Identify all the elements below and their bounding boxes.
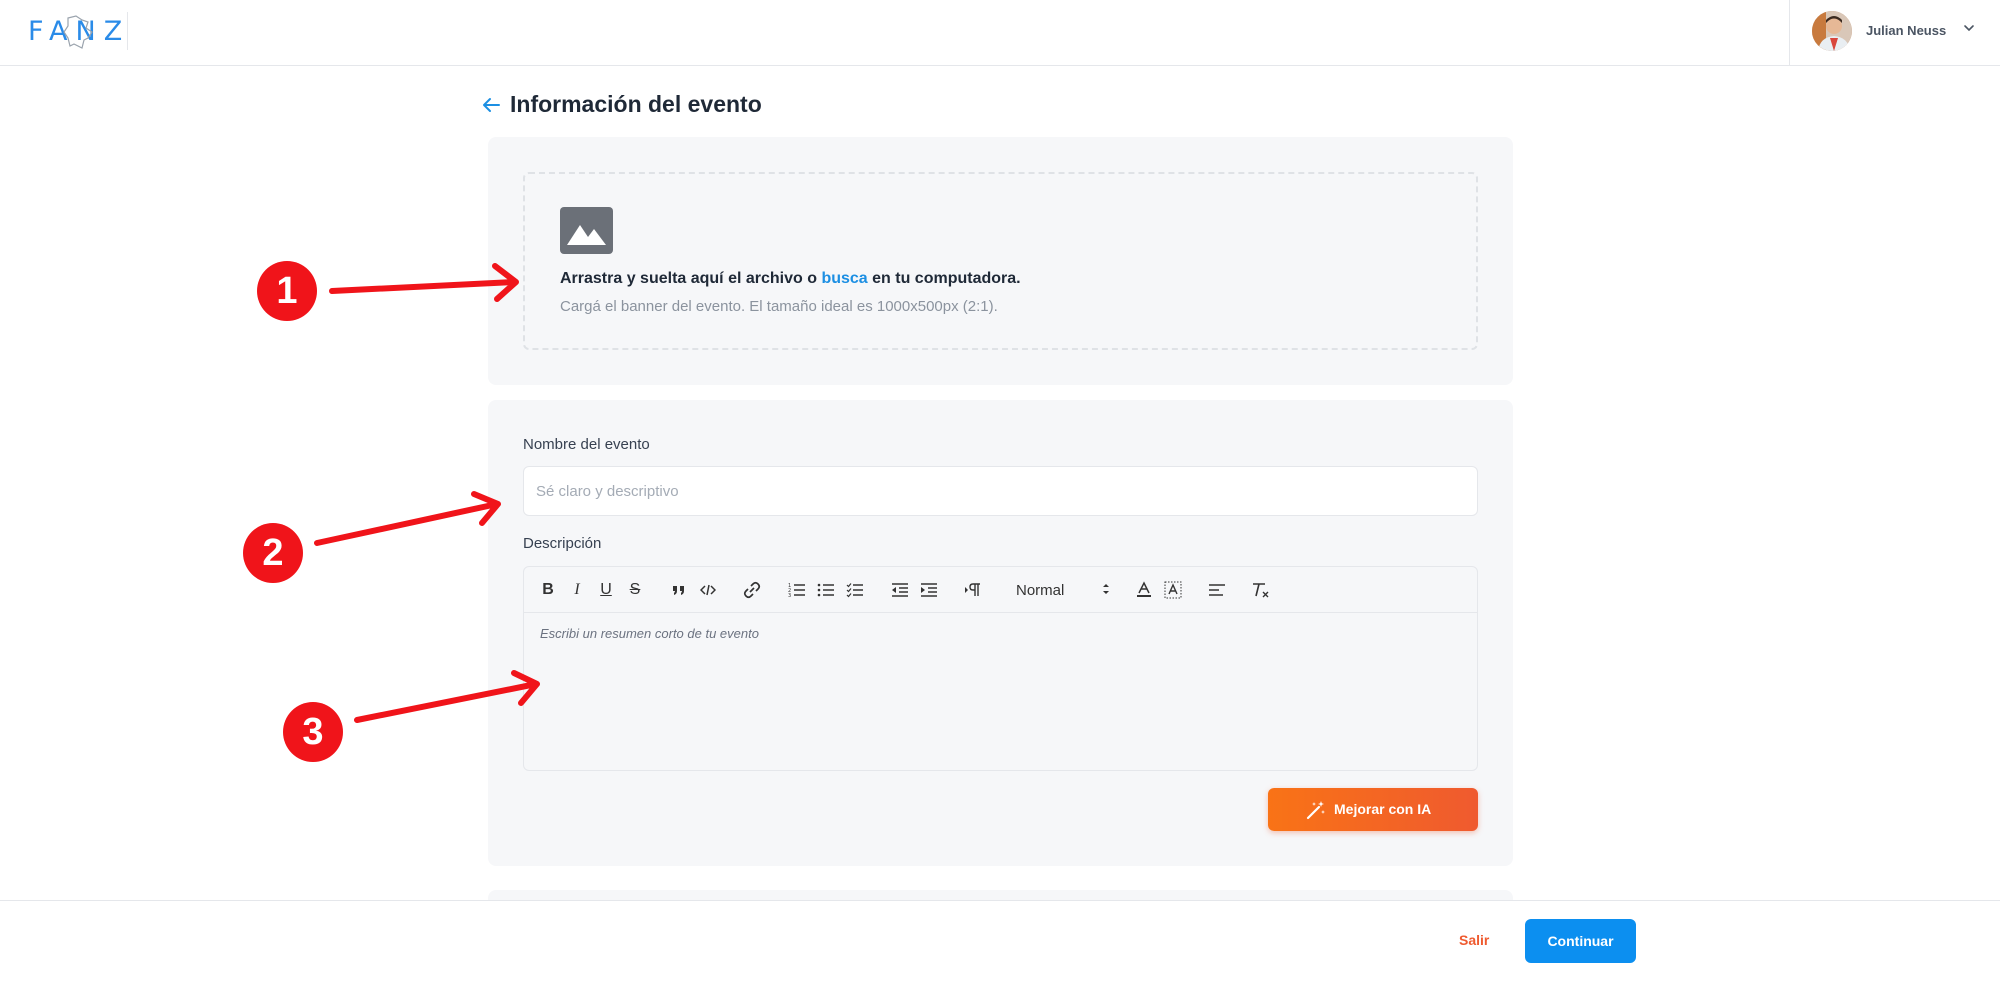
annotation-badge-3: 3	[283, 702, 343, 762]
back-arrow-icon[interactable]	[480, 94, 502, 116]
clear-format-icon[interactable]	[1251, 578, 1271, 602]
bold-icon[interactable]: B	[538, 578, 558, 602]
indent-icon[interactable]	[919, 578, 939, 602]
user-name: Julian Neuss	[1866, 23, 1947, 38]
logo-map-outline-icon	[63, 15, 93, 49]
avatar	[1812, 11, 1852, 51]
blockquote-icon[interactable]	[669, 578, 689, 602]
header-divider	[127, 12, 128, 50]
text-color-icon[interactable]	[1134, 578, 1154, 602]
strikethrough-icon[interactable]: S	[625, 578, 645, 602]
event-details-card: Nombre del evento Descripción B I U S 12…	[488, 400, 1513, 866]
header-divider-user	[1789, 0, 1790, 66]
exit-link[interactable]: Salir	[1459, 932, 1489, 948]
user-menu[interactable]: Julian Neuss	[1812, 11, 1982, 53]
annotation-badge-1: 1	[257, 261, 317, 321]
avatar-photo-icon	[1812, 11, 1852, 51]
italic-icon[interactable]: I	[567, 578, 587, 602]
improve-with-ai-button[interactable]: Mejorar con IA	[1268, 788, 1478, 831]
description-editor: B I U S 123 Normal Escribi un resumen co…	[523, 566, 1478, 771]
top-header: FANZ Julian Neuss	[0, 0, 2000, 66]
background-color-icon[interactable]	[1163, 578, 1183, 602]
dropzone-instructions: Arrastra y suelta aquí el archivo o busc…	[560, 270, 1021, 288]
underline-icon[interactable]: U	[596, 578, 616, 602]
annotation-badge-2: 2	[243, 523, 303, 583]
outdent-icon[interactable]	[890, 578, 910, 602]
fanz-logo[interactable]: FANZ	[28, 12, 122, 52]
page-title: Información del evento	[510, 91, 762, 117]
svg-text:3: 3	[788, 593, 791, 598]
heading-select[interactable]: Normal	[1016, 578, 1111, 602]
event-name-label: Nombre del evento	[523, 436, 650, 453]
chevron-down-icon	[1964, 25, 1974, 32]
link-icon[interactable]	[742, 578, 762, 602]
continue-button[interactable]: Continuar	[1525, 919, 1636, 963]
improve-with-ai-label: Mejorar con IA	[1334, 801, 1432, 817]
checklist-icon[interactable]	[845, 578, 865, 602]
bullet-list-icon[interactable]	[816, 578, 836, 602]
code-block-icon[interactable]	[698, 578, 718, 602]
align-icon[interactable]	[1207, 578, 1227, 602]
text-direction-icon[interactable]	[963, 578, 983, 602]
footer-bar: Salir Continuar	[0, 900, 2000, 1000]
arrow-2	[314, 491, 501, 546]
heading-select-value: Normal	[1016, 582, 1065, 599]
browse-link[interactable]: busca	[821, 270, 867, 287]
description-label: Descripción	[523, 535, 602, 552]
dropzone-hint: Cargá el banner del evento. El tamaño id…	[560, 298, 998, 315]
editor-toolbar: B I U S 123 Normal	[524, 567, 1477, 613]
description-editor-body[interactable]: Escribi un resumen corto de tu evento	[524, 613, 1477, 770]
event-name-input[interactable]	[523, 466, 1478, 516]
image-icon	[560, 207, 613, 254]
dropzone-text-before: Arrastra y suelta aquí el archivo o	[560, 270, 822, 287]
select-arrows-icon	[1103, 584, 1109, 594]
ordered-list-icon[interactable]: 123	[787, 578, 807, 602]
magic-wand-icon	[1306, 801, 1325, 820]
banner-upload-card: Arrastra y suelta aquí el archivo o busc…	[488, 137, 1513, 385]
banner-dropzone[interactable]: Arrastra y suelta aquí el archivo o busc…	[523, 172, 1478, 350]
dropzone-text-after: en tu computadora.	[867, 270, 1021, 287]
